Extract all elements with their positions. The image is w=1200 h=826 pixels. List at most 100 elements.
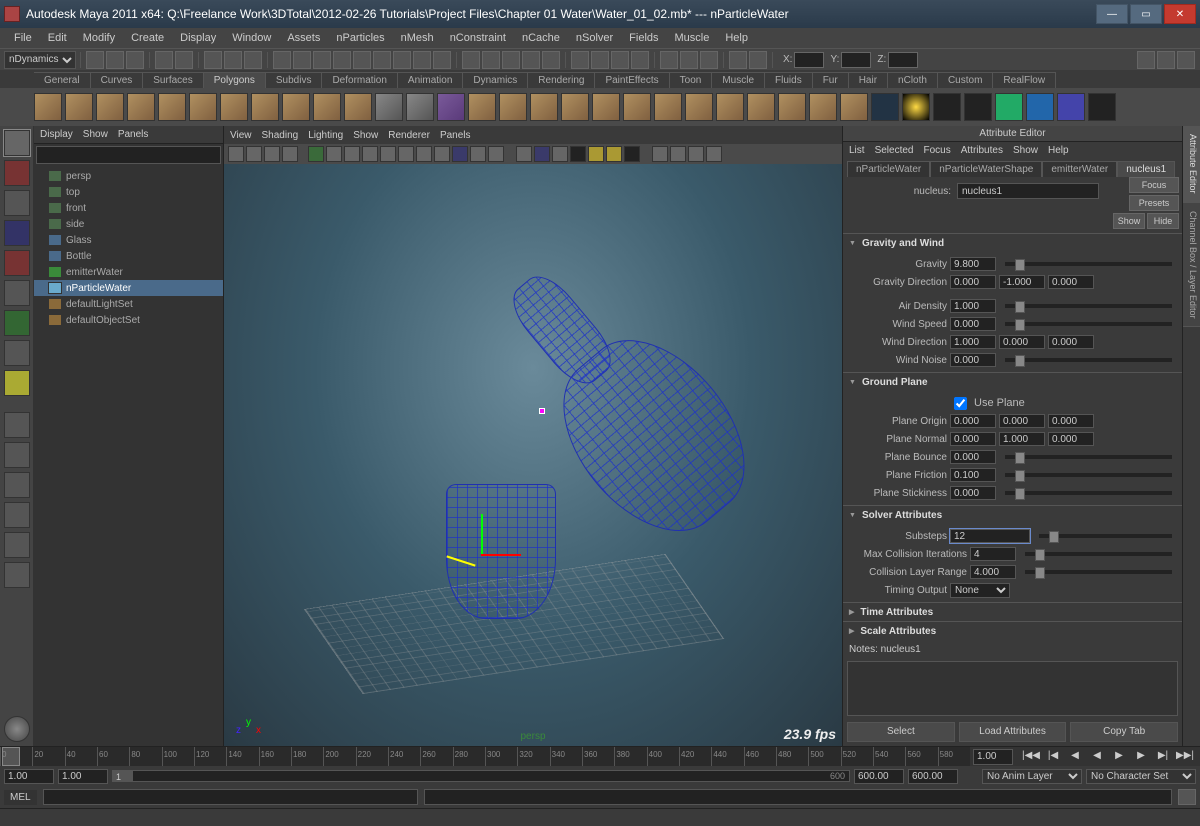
step-back-key-icon[interactable]: |◀ [1044, 750, 1062, 764]
vp-hq-icon[interactable] [570, 146, 586, 162]
ae-section-ground-header[interactable]: Ground Plane [843, 373, 1182, 391]
gravity-dir-y[interactable] [999, 275, 1045, 289]
menu-muscle[interactable]: Muscle [667, 30, 718, 46]
coord-z-field[interactable] [888, 52, 918, 68]
vp-render1-icon[interactable] [652, 146, 668, 162]
gravity-field[interactable] [950, 257, 996, 271]
vp-safe-title-icon[interactable] [398, 146, 414, 162]
vp-field-chart-icon[interactable] [362, 146, 378, 162]
outliner-node-nparticle[interactable]: nParticleWater [34, 280, 223, 296]
layout-custom-icon[interactable] [4, 562, 30, 588]
vp-shadows-icon[interactable] [488, 146, 504, 162]
vp-wireframe-icon[interactable] [416, 146, 432, 162]
checker4-icon[interactable] [1026, 93, 1054, 121]
snap2-icon[interactable] [482, 51, 500, 69]
wind-dir-x[interactable] [950, 335, 996, 349]
menu-nmesh[interactable]: nMesh [393, 30, 442, 46]
ae-menu-focus[interactable]: Focus [923, 145, 950, 156]
layout-four-icon[interactable] [4, 442, 30, 468]
shelf-tab-hair[interactable]: Hair [849, 72, 888, 88]
checker5-icon[interactable] [1057, 93, 1085, 121]
max-collision-slider[interactable] [1025, 552, 1172, 556]
step-back-icon[interactable]: ◀ [1066, 750, 1084, 764]
bevel-icon[interactable] [716, 93, 744, 121]
outliner-node-emitter[interactable]: emitterWater [34, 264, 223, 280]
vp-menu-show[interactable]: Show [353, 130, 378, 141]
poly-torus-icon[interactable] [189, 93, 217, 121]
checker1-icon[interactable] [933, 93, 961, 121]
shelf-tab-animation[interactable]: Animation [398, 72, 463, 88]
combine-icon[interactable] [468, 93, 496, 121]
menu-nsolver[interactable]: nSolver [568, 30, 621, 46]
ae-copy-button[interactable]: Copy Tab [1070, 722, 1178, 742]
select-component-icon[interactable] [244, 51, 262, 69]
anim-end-field[interactable] [908, 769, 958, 784]
range-slider-thumb[interactable]: 1 [113, 771, 133, 781]
shelf-tab-painteffects[interactable]: PaintEffects [595, 72, 669, 88]
mask9-icon[interactable] [433, 51, 451, 69]
ae-load-button[interactable]: Load Attributes [959, 722, 1067, 742]
cmd-lang-label[interactable]: MEL [4, 790, 37, 805]
wind-speed-field[interactable] [950, 317, 996, 331]
menu-modify[interactable]: Modify [75, 30, 123, 46]
shelf-tab-surfaces[interactable]: Surfaces [143, 72, 203, 88]
collapse-icon[interactable] [840, 93, 868, 121]
vp-menu-shading[interactable]: Shading [262, 130, 299, 141]
outliner-menu-display[interactable]: Display [40, 129, 73, 140]
substeps-field[interactable] [950, 529, 1030, 543]
render3-icon[interactable] [611, 51, 629, 69]
snap1-icon[interactable] [462, 51, 480, 69]
mirror-icon[interactable] [778, 93, 806, 121]
checker6-icon[interactable] [1088, 93, 1116, 121]
poly-pyramid-icon[interactable] [251, 93, 279, 121]
viewport[interactable]: yxz persp 23.9 fps [224, 164, 842, 746]
max-collision-field[interactable] [970, 547, 1016, 561]
vp-render3-icon[interactable] [688, 146, 704, 162]
mask8-icon[interactable] [413, 51, 431, 69]
ae-menu-attributes[interactable]: Attributes [961, 145, 1003, 156]
plane-bounce-field[interactable] [950, 450, 996, 464]
menu-ncache[interactable]: nCache [514, 30, 568, 46]
soft-mod-tool[interactable] [4, 340, 30, 366]
step-fwd-key-icon[interactable]: ▶| [1154, 750, 1172, 764]
shelf-tab-ncloth[interactable]: nCloth [888, 72, 938, 88]
outliner-menu-panels[interactable]: Panels [118, 129, 149, 140]
ipr1-icon[interactable] [660, 51, 678, 69]
plane-bounce-slider[interactable] [1005, 455, 1172, 459]
poly-soccer-icon[interactable] [344, 93, 372, 121]
layout-two-icon[interactable] [4, 472, 30, 498]
shelf-tab-curves[interactable]: Curves [91, 72, 144, 88]
ae-presets-button[interactable]: Presets [1129, 195, 1179, 211]
outliner-node-top[interactable]: top [34, 184, 223, 200]
module-selector[interactable]: nDynamics [4, 51, 76, 69]
air-density-field[interactable] [950, 299, 996, 313]
menu-edit[interactable]: Edit [40, 30, 75, 46]
time-ruler[interactable]: 0204060801001201401601802002202402602803… [0, 747, 970, 766]
vp-default-light-icon[interactable] [588, 146, 604, 162]
use-plane-checkbox[interactable] [954, 397, 967, 410]
vp-all-lights-icon[interactable] [606, 146, 622, 162]
coord-x-field[interactable] [794, 52, 824, 68]
menu-nconstraint[interactable]: nConstraint [442, 30, 514, 46]
ae-show-button[interactable]: Show [1113, 213, 1145, 229]
layout-persp-icon[interactable] [4, 502, 30, 528]
poly-helix-icon[interactable] [313, 93, 341, 121]
vp-xray-joints-icon[interactable] [552, 146, 568, 162]
vp-lock-cam-icon[interactable] [246, 146, 262, 162]
outliner-node-glass[interactable]: Glass [34, 232, 223, 248]
snap3-icon[interactable] [502, 51, 520, 69]
ae-focus-button[interactable]: Focus [1129, 177, 1179, 193]
poly-cone-icon[interactable] [127, 93, 155, 121]
poly-plane-icon[interactable] [158, 93, 186, 121]
wind-speed-slider[interactable] [1005, 322, 1172, 326]
character-set-select[interactable]: No Character Set [1086, 769, 1196, 784]
normals-icon[interactable] [871, 93, 899, 121]
ae-tab-nucleus[interactable]: nucleus1 [1117, 161, 1175, 177]
auto-key-icon[interactable] [962, 769, 978, 783]
current-time-field[interactable] [973, 749, 1013, 765]
layout-single-icon[interactable] [4, 412, 30, 438]
gravity-dir-z[interactable] [1048, 275, 1094, 289]
vp-menu-panels[interactable]: Panels [440, 130, 471, 141]
ae-section-scale-header[interactable]: Scale Attributes [843, 622, 1182, 640]
shelf-tab-rendering[interactable]: Rendering [528, 72, 595, 88]
